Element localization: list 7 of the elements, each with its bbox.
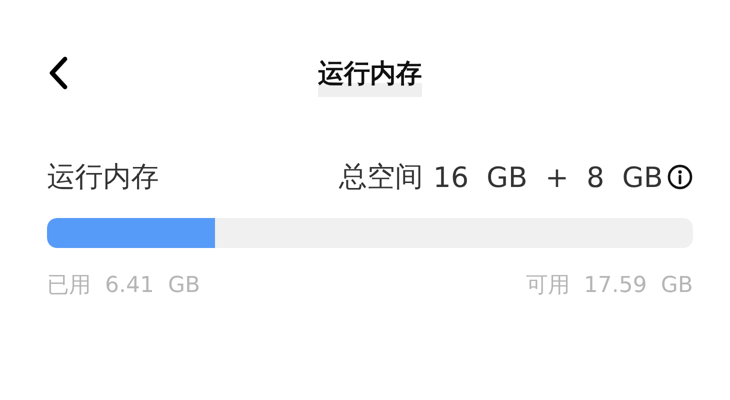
used-memory: 已用 6.41 GB bbox=[47, 272, 200, 300]
memory-label: 运行内存 bbox=[47, 159, 159, 195]
total-value: 16 GB + 8 GB bbox=[433, 160, 663, 194]
info-icon[interactable] bbox=[667, 164, 693, 190]
total-label: 总空间 bbox=[339, 159, 424, 195]
back-icon[interactable] bbox=[47, 56, 69, 90]
available-memory: 可用 17.59 GB bbox=[526, 272, 693, 300]
